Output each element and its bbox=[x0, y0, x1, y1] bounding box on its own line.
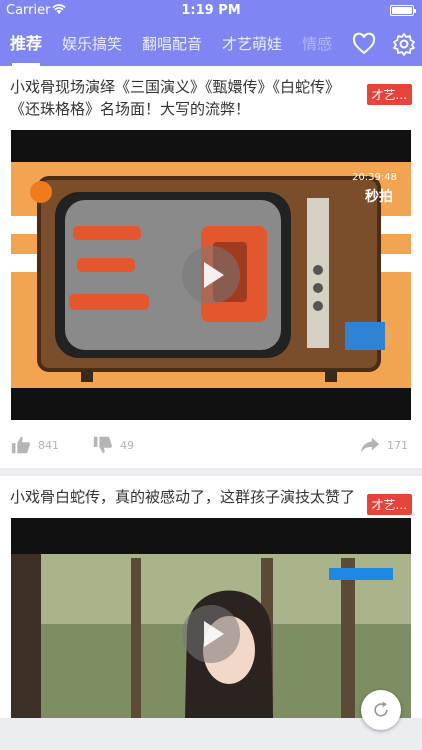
clock: 1:19 PM bbox=[181, 3, 241, 18]
gear-icon[interactable] bbox=[392, 32, 416, 56]
dislike-button[interactable]: 49 bbox=[92, 434, 134, 456]
share-count: 171 bbox=[387, 438, 408, 452]
category-tag[interactable]: 才艺... bbox=[366, 494, 412, 515]
status-bar: Carrier 1:19 PM bbox=[0, 0, 422, 22]
video-feed[interactable]: 小戏骨现场演绎《三国演义》《甄嬛传》《白蛇传》《还珠格格》名场面！大写的流弊！ … bbox=[0, 66, 422, 750]
app-root: Carrier 1:19 PM 推荐 娱乐搞笑 翻唱配音 才艺萌娃 情感 小戏骨现场演绎… bbox=[0, 0, 422, 750]
tab-entertainment[interactable]: 娱乐搞笑 bbox=[52, 22, 132, 66]
refresh-button[interactable] bbox=[361, 690, 401, 730]
post-actions: 841 49 171 bbox=[0, 420, 422, 468]
tab-emotion[interactable]: 情感 bbox=[292, 22, 342, 66]
dislike-count: 49 bbox=[120, 438, 134, 452]
thumbs-down-icon bbox=[93, 436, 112, 454]
category-tabs: 推荐 娱乐搞笑 翻唱配音 才艺萌娃 情感 bbox=[0, 22, 345, 66]
refresh-icon bbox=[374, 701, 388, 717]
post-card[interactable]: 小戏骨白蛇传，真的被感动了，这群孩子演技太赞了 才艺... bbox=[0, 476, 422, 718]
play-icon[interactable] bbox=[182, 605, 240, 663]
battery-icon bbox=[390, 5, 416, 16]
category-tag[interactable]: 才艺... bbox=[366, 84, 412, 105]
tab-talent-kids[interactable]: 才艺萌娃 bbox=[212, 22, 292, 66]
share-button[interactable]: 171 bbox=[359, 434, 408, 456]
play-icon[interactable] bbox=[182, 246, 240, 304]
card-divider bbox=[0, 468, 422, 476]
share-icon bbox=[360, 437, 380, 453]
like-count: 841 bbox=[38, 438, 59, 452]
top-nav: 推荐 娱乐搞笑 翻唱配音 才艺萌娃 情感 bbox=[0, 22, 422, 66]
video-timestamp: 20:39:48 bbox=[352, 172, 397, 183]
heart-icon[interactable] bbox=[352, 32, 376, 56]
thumbs-up-icon bbox=[11, 436, 30, 454]
video-player[interactable]: 20:39:48 秒拍 bbox=[11, 130, 411, 420]
watermark-label: 秒拍 bbox=[365, 189, 393, 205]
post-title[interactable]: 小戏骨现场演绎《三国演义》《甄嬛传》《白蛇传》《还珠格格》名场面！大写的流弊！ bbox=[0, 76, 422, 120]
like-button[interactable]: 841 bbox=[10, 434, 59, 456]
post-title[interactable]: 小戏骨白蛇传，真的被感动了，这群孩子演技太赞了 bbox=[0, 486, 422, 508]
post-card[interactable]: 小戏骨现场演绎《三国演义》《甄嬛传》《白蛇传》《还珠格格》名场面！大写的流弊！ … bbox=[0, 66, 422, 468]
tab-recommend[interactable]: 推荐 bbox=[0, 22, 52, 66]
tab-cover-dub[interactable]: 翻唱配音 bbox=[132, 22, 212, 66]
video-player[interactable] bbox=[11, 518, 411, 718]
